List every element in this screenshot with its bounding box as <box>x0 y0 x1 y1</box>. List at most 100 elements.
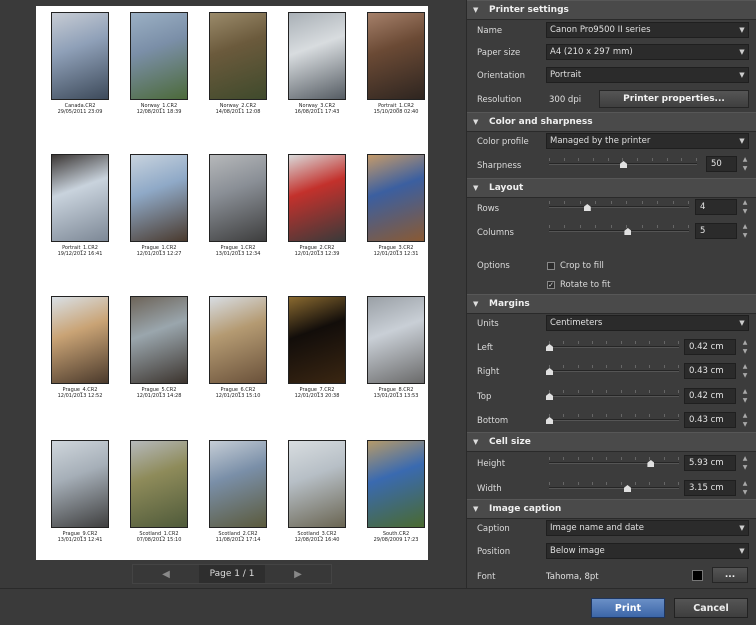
thumbnail-cell[interactable]: Prague_7.CR2 12/01/2013 20:38 <box>277 296 357 399</box>
spin-up-icon[interactable]: ▲ <box>743 412 748 419</box>
rows-slider[interactable] <box>549 201 689 211</box>
columns-slider[interactable] <box>549 225 689 235</box>
paper-size-dropdown[interactable]: A4 (210 x 297 mm) ▼ <box>546 44 749 60</box>
thumbnail-cell[interactable]: Prague_5.CR2 12/01/2013 14:28 <box>119 296 199 399</box>
cancel-button[interactable]: Cancel <box>674 598 748 618</box>
section-margins[interactable]: ▼ Margins <box>467 294 756 314</box>
margin-left-slider[interactable] <box>546 341 679 351</box>
section-printer-settings[interactable]: ▼ Printer settings <box>467 0 756 20</box>
checkmark-icon[interactable]: ✓ <box>547 281 555 289</box>
spin-down-icon[interactable]: ▼ <box>743 208 748 215</box>
margin-right-spinner[interactable]: ▲ ▼ <box>740 363 750 379</box>
printer-properties-button[interactable]: Printer properties... <box>599 90 749 108</box>
thumbnail-cell[interactable]: Prague_3.CR2 12/01/2013 12:31 <box>356 154 436 257</box>
position-dropdown[interactable]: Below image ▼ <box>546 543 749 559</box>
photo-thumbnail[interactable] <box>209 296 267 384</box>
section-layout[interactable]: ▼ Layout <box>467 178 756 198</box>
checkbox-box[interactable] <box>547 262 555 270</box>
margin-bottom-slider[interactable] <box>546 414 679 424</box>
units-dropdown[interactable]: Centimeters ▼ <box>546 315 749 331</box>
spin-up-icon[interactable]: ▲ <box>743 339 748 346</box>
thumbnail-cell[interactable]: Prague_1.CR2 13/01/2013 12:34 <box>198 154 278 257</box>
spin-up-icon[interactable]: ▲ <box>743 455 748 462</box>
spin-down-icon[interactable]: ▼ <box>743 464 748 471</box>
cell-height-slider[interactable] <box>549 457 679 467</box>
thumbnail-cell[interactable]: Prague_8.CR2 13/01/2013 13:53 <box>356 296 436 399</box>
spin-up-icon[interactable]: ▲ <box>743 156 748 163</box>
margin-top-slider[interactable] <box>546 390 679 400</box>
photo-thumbnail[interactable] <box>367 440 425 528</box>
thumbnail-cell[interactable]: Norway_1.CR2 12/08/2011 18:39 <box>119 12 199 115</box>
photo-thumbnail[interactable] <box>209 440 267 528</box>
rows-input[interactable]: 4 <box>695 199 737 215</box>
margin-right-input[interactable]: 0.43 cm <box>684 363 736 379</box>
spin-down-icon[interactable]: ▼ <box>743 489 748 496</box>
print-button[interactable]: Print <box>591 598 665 618</box>
thumbnail-cell[interactable]: Prague_9.CR2 13/01/2013 12:41 <box>40 440 120 543</box>
thumbnail-cell[interactable]: Prague_4.CR2 12/01/2013 12:52 <box>40 296 120 399</box>
photo-thumbnail[interactable] <box>288 440 346 528</box>
photo-thumbnail[interactable] <box>130 12 188 100</box>
cell-height-spinner[interactable]: ▲ ▼ <box>740 455 750 471</box>
sharpness-slider[interactable] <box>549 158 697 168</box>
photo-thumbnail[interactable] <box>209 12 267 100</box>
caption-dropdown[interactable]: Image name and date ▼ <box>546 520 749 536</box>
photo-thumbnail[interactable] <box>51 296 109 384</box>
photo-thumbnail[interactable] <box>209 154 267 242</box>
thumbnail-cell[interactable]: Scotland_1.CR2 07/08/2012 15:10 <box>119 440 199 543</box>
spin-up-icon[interactable]: ▲ <box>743 480 748 487</box>
spin-up-icon[interactable]: ▲ <box>743 363 748 370</box>
cell-width-slider[interactable] <box>549 482 679 492</box>
photo-thumbnail[interactable] <box>367 12 425 100</box>
section-image-caption[interactable]: ▼ Image caption <box>467 499 756 519</box>
cell-width-input[interactable]: 3.15 cm <box>684 480 736 496</box>
photo-thumbnail[interactable] <box>51 154 109 242</box>
next-page-button[interactable]: ▶ <box>264 565 331 583</box>
thumbnail-cell[interactable]: Prague_2.CR2 12/01/2013 12:39 <box>277 154 357 257</box>
margin-bottom-input[interactable]: 0.43 cm <box>684 412 736 428</box>
spin-down-icon[interactable]: ▼ <box>743 165 748 172</box>
photo-thumbnail[interactable] <box>288 154 346 242</box>
spin-down-icon[interactable]: ▼ <box>743 372 748 379</box>
thumbnail-cell[interactable]: South.CR2 29/08/2009 17:23 <box>356 440 436 543</box>
margin-left-input[interactable]: 0.42 cm <box>684 339 736 355</box>
thumbnail-cell[interactable]: Norway_2.CR2 14/08/2011 12:08 <box>198 12 278 115</box>
photo-thumbnail[interactable] <box>367 154 425 242</box>
margin-top-spinner[interactable]: ▲ ▼ <box>740 388 750 404</box>
cell-width-spinner[interactable]: ▲ ▼ <box>740 480 750 496</box>
photo-thumbnail[interactable] <box>51 440 109 528</box>
thumbnail-cell[interactable]: Portrait_1.CR2 19/12/2012 16:41 <box>40 154 120 257</box>
crop-to-fill-checkbox[interactable]: Crop to fill <box>547 261 604 271</box>
section-cell-size[interactable]: ▼ Cell size <box>467 432 756 452</box>
photo-thumbnail[interactable] <box>288 296 346 384</box>
margin-bottom-spinner[interactable]: ▲ ▼ <box>740 412 750 428</box>
rows-spinner[interactable]: ▲ ▼ <box>740 199 750 215</box>
cell-height-input[interactable]: 5.93 cm <box>684 455 736 471</box>
prev-page-button[interactable]: ◀ <box>133 565 199 583</box>
spin-up-icon[interactable]: ▲ <box>743 199 748 206</box>
thumbnail-cell[interactable]: Scotland_3.CR2 12/08/2012 16:40 <box>277 440 357 543</box>
photo-thumbnail[interactable] <box>51 12 109 100</box>
rotate-to-fit-checkbox[interactable]: ✓ Rotate to fit <box>547 280 610 290</box>
photo-thumbnail[interactable] <box>130 296 188 384</box>
spin-down-icon[interactable]: ▼ <box>743 421 748 428</box>
photo-thumbnail[interactable] <box>130 440 188 528</box>
margin-right-slider[interactable] <box>546 365 679 375</box>
thumbnail-cell[interactable]: Scotland_2.CR2 11/08/2012 17:14 <box>198 440 278 543</box>
thumbnail-cell[interactable]: Portrait_1.CR2 15/10/2008 02:40 <box>356 12 436 115</box>
spin-down-icon[interactable]: ▼ <box>743 397 748 404</box>
photo-thumbnail[interactable] <box>367 296 425 384</box>
margin-left-spinner[interactable]: ▲ ▼ <box>740 339 750 355</box>
thumbnail-cell[interactable]: Norway_3.CR2 16/08/2011 17:43 <box>277 12 357 115</box>
orientation-dropdown[interactable]: Portrait ▼ <box>546 67 749 83</box>
columns-spinner[interactable]: ▲ ▼ <box>740 223 750 239</box>
spin-down-icon[interactable]: ▼ <box>743 232 748 239</box>
sharpness-input[interactable]: 50 <box>706 156 737 172</box>
font-color-swatch[interactable] <box>692 570 703 581</box>
printer-name-dropdown[interactable]: Canon Pro9500 II series ▼ <box>546 22 749 38</box>
sharpness-spinner[interactable]: ▲ ▼ <box>740 156 750 172</box>
photo-thumbnail[interactable] <box>288 12 346 100</box>
spin-down-icon[interactable]: ▼ <box>743 348 748 355</box>
margin-top-input[interactable]: 0.42 cm <box>684 388 736 404</box>
section-color-sharpness[interactable]: ▼ Color and sharpness <box>467 112 756 132</box>
